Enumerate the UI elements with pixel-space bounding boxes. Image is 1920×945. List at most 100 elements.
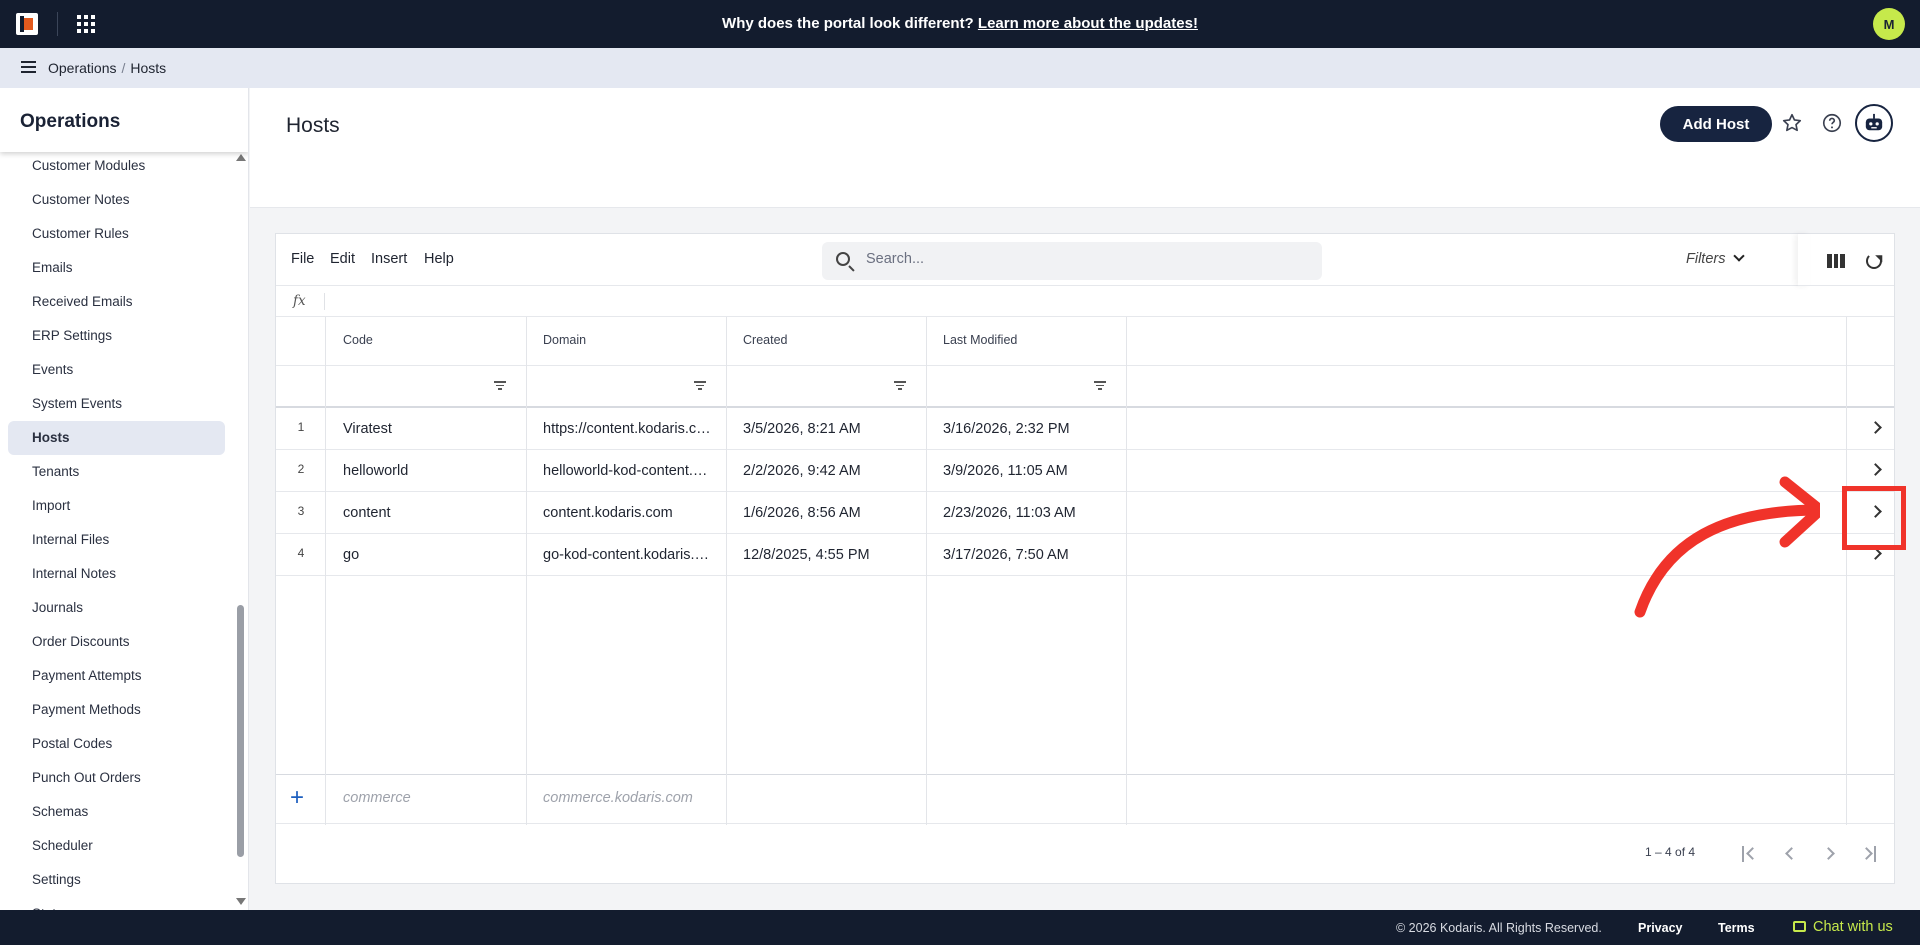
page-header: Hosts Add Host (250, 88, 1920, 208)
breadcrumb-bar: Operations / Hosts (0, 48, 1920, 88)
ai-assistant-robot-icon[interactable] (1855, 104, 1893, 142)
column-filter-icon[interactable] (694, 381, 706, 390)
column-header-code[interactable]: Code (343, 333, 373, 347)
cell-domain[interactable]: content.kodaris.com (543, 505, 673, 521)
cell-code[interactable]: Viratest (343, 421, 392, 437)
columns-icon[interactable] (1827, 254, 1846, 268)
banner-learn-more-link[interactable]: Learn more about the updates! (978, 15, 1198, 32)
search-icon (836, 252, 850, 266)
add-row-plus-icon[interactable]: + (290, 785, 304, 811)
last-page-icon[interactable] (1860, 846, 1878, 862)
sidebar-item-schemas[interactable]: Schemas (8, 795, 225, 829)
sidebar-item-customer-rules[interactable]: Customer Rules (8, 217, 225, 251)
column-header-last-modified[interactable]: Last Modified (943, 333, 1017, 347)
breadcrumb-operations[interactable]: Operations (48, 60, 116, 76)
chat-with-us-button[interactable]: Chat with us (1793, 919, 1893, 935)
cell-created[interactable]: 1/6/2026, 8:56 AM (743, 505, 861, 521)
cell-domain[interactable]: go-kod-content.kodaris.com (543, 547, 713, 563)
cell-created[interactable]: 3/5/2026, 8:21 AM (743, 421, 861, 437)
user-avatar[interactable]: M (1873, 8, 1905, 40)
grid-toolbar: File Edit Insert Help Filters (276, 234, 1894, 286)
cell-created[interactable]: 2/2/2026, 9:42 AM (743, 463, 861, 479)
sidebar-item-tenants[interactable]: Tenants (8, 455, 225, 489)
menu-file[interactable]: File (291, 251, 314, 267)
cell-code[interactable]: content (343, 505, 391, 521)
menu-insert[interactable]: Insert (371, 251, 407, 267)
chevron-right-icon[interactable] (1869, 421, 1882, 434)
chevron-down-icon (1733, 250, 1746, 262)
filters-label: Filters (1686, 251, 1726, 267)
cell-code[interactable]: go (343, 547, 359, 563)
first-page-icon[interactable] (1742, 846, 1759, 862)
refresh-icon[interactable] (1866, 253, 1882, 269)
previous-page-icon[interactable] (1783, 846, 1799, 862)
sidebar-item-postal-codes[interactable]: Postal Codes (8, 727, 225, 761)
sidebar-item-scheduler[interactable]: Scheduler (8, 829, 225, 863)
sidebar-item-settings[interactable]: Settings (8, 863, 225, 897)
sidebar-item-journals[interactable]: Journals (8, 591, 225, 625)
sidebar-item-customer-modules[interactable]: Customer Modules (8, 149, 225, 183)
fx-icon: fx (293, 293, 306, 309)
sidebar-item-payment-attempts[interactable]: Payment Attempts (8, 659, 225, 693)
divider (526, 317, 527, 825)
cell-domain[interactable]: https://content.kodaris.com (543, 421, 713, 437)
sidebar-scrollbar[interactable] (236, 152, 246, 907)
new-code-input[interactable] (343, 790, 478, 806)
menu-edit[interactable]: Edit (330, 251, 355, 267)
divider (324, 293, 325, 310)
sidebar-item-punch-out-orders[interactable]: Punch Out Orders (8, 761, 225, 795)
column-filter-icon[interactable] (894, 381, 906, 390)
sidebar-item-internal-notes[interactable]: Internal Notes (8, 557, 225, 591)
cell-created[interactable]: 12/8/2025, 4:55 PM (743, 547, 870, 563)
scroll-up-icon[interactable] (236, 154, 246, 161)
menu-help[interactable]: Help (424, 251, 454, 267)
breadcrumb-hosts: Hosts (130, 60, 167, 76)
chat-label: Chat with us (1813, 919, 1893, 935)
formula-bar[interactable]: fx (276, 286, 1894, 317)
filters-dropdown[interactable]: Filters (1686, 250, 1746, 267)
help-icon[interactable] (1819, 110, 1845, 136)
pagination-range: 1 – 4 of 4 (1645, 845, 1696, 859)
column-header-created[interactable]: Created (743, 333, 787, 347)
sidebar-item-events[interactable]: Events (8, 353, 225, 387)
sidebar-list: Customer Modules Customer Notes Customer R… (0, 149, 235, 910)
sidebar-item-order-discounts[interactable]: Order Discounts (8, 625, 225, 659)
sidebar-item-erp-settings[interactable]: ERP Settings (8, 319, 225, 353)
add-host-button[interactable]: Add Host (1660, 106, 1772, 142)
search-box[interactable] (822, 242, 1322, 280)
next-page-icon[interactable] (1822, 846, 1838, 862)
scroll-down-icon[interactable] (236, 898, 246, 905)
divider (1126, 317, 1127, 825)
cell-last-modified[interactable]: 2/23/2026, 11:03 AM (943, 505, 1076, 521)
cell-last-modified[interactable]: 3/16/2026, 2:32 PM (943, 421, 1070, 437)
sidebar-item-customer-notes[interactable]: Customer Notes (8, 183, 225, 217)
cell-code[interactable]: helloworld (343, 463, 408, 479)
footer-terms-link[interactable]: Terms (1718, 921, 1755, 935)
annotation-arrow-icon (1634, 476, 1820, 618)
scrollbar-thumb[interactable] (237, 605, 244, 857)
row-number: 3 (297, 504, 305, 518)
sidebar-item-system-events[interactable]: System Events (8, 387, 225, 421)
chevron-right-icon[interactable] (1869, 463, 1882, 476)
footer-privacy-link[interactable]: Privacy (1638, 921, 1682, 935)
search-input[interactable] (866, 251, 1286, 267)
sidebar-item-states[interactable]: States (8, 897, 225, 910)
column-filter-icon[interactable] (1094, 381, 1106, 390)
sidebar-item-received-emails[interactable]: Received Emails (8, 285, 225, 319)
grid-header-row: Code Domain Created Last Modified (276, 317, 1894, 366)
sidebar-item-hosts[interactable]: Hosts (8, 421, 225, 455)
sidebar-item-payment-methods[interactable]: Payment Methods (8, 693, 225, 727)
cell-last-modified[interactable]: 3/9/2026, 11:05 AM (943, 463, 1068, 479)
cell-last-modified[interactable]: 3/17/2026, 7:50 AM (943, 547, 1069, 563)
sidebar-item-emails[interactable]: Emails (8, 251, 225, 285)
column-filter-icon[interactable] (494, 381, 506, 390)
menu-hamburger-icon[interactable] (21, 61, 36, 73)
column-header-domain[interactable]: Domain (543, 333, 586, 347)
sidebar-item-import[interactable]: Import (8, 489, 225, 523)
table-row[interactable]: 1 Viratest https://content.kodaris.com 3/5/… (276, 408, 1894, 450)
divider (926, 317, 927, 825)
cell-domain[interactable]: helloworld-kod-content.kodaris.com (543, 463, 713, 479)
new-domain-input[interactable] (543, 790, 703, 806)
star-icon[interactable] (1779, 110, 1805, 136)
sidebar-item-internal-files[interactable]: Internal Files (8, 523, 225, 557)
